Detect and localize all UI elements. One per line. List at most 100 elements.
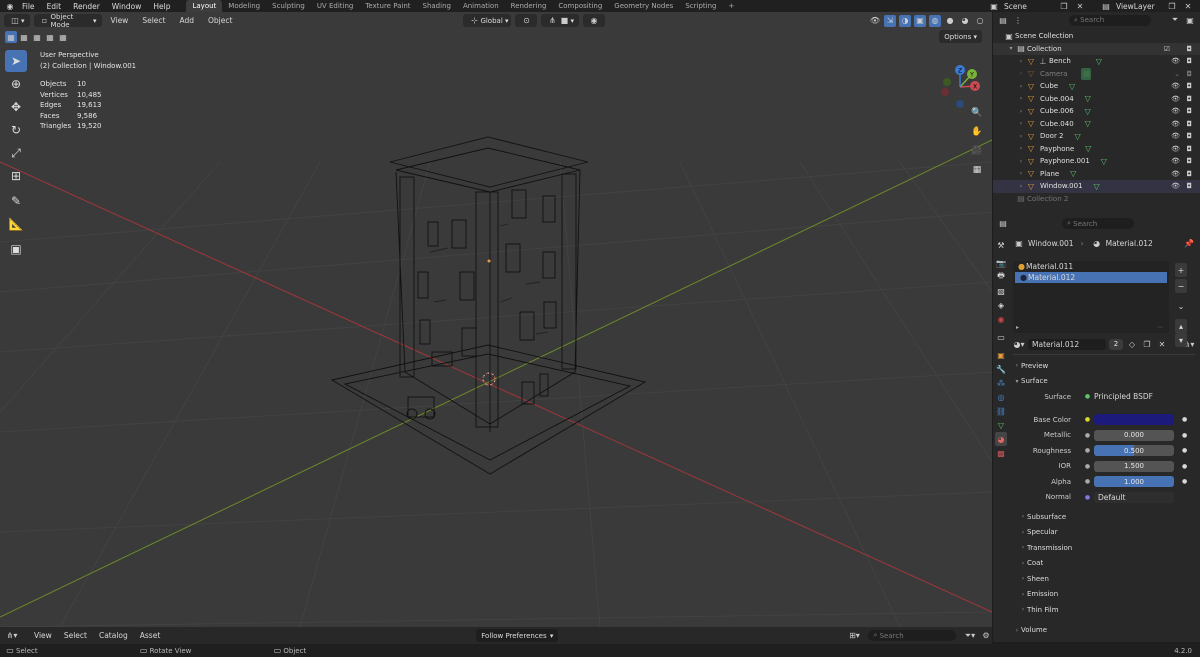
normal-field[interactable]: Default — [1094, 491, 1174, 503]
coat-panel-header[interactable]: › Coat — [1013, 556, 1195, 572]
tab-rendering[interactable]: Rendering — [505, 0, 553, 12]
viewport-canvas[interactable] — [0, 12, 992, 627]
gizmo-toggle-icon[interactable]: ⇲ — [884, 14, 896, 27]
camera-render-icon[interactable]: ◘ — [1186, 107, 1192, 115]
metallic-field[interactable]: 0.000 — [1094, 429, 1174, 441]
material-shading-icon[interactable]: ◕ — [959, 15, 971, 27]
add-cube-tool-icon[interactable]: ▣ — [5, 238, 27, 260]
slot-menu-icon[interactable]: ⌄ — [1175, 299, 1187, 313]
pivot-button[interactable]: ⊙ — [515, 14, 538, 27]
outliner-item-cube-006[interactable]: › ▽ Cube.006 ▽ 👁 ◘ — [993, 105, 1200, 118]
specular-panel-header[interactable]: › Specular — [1013, 525, 1195, 541]
menu-window[interactable]: Window — [106, 2, 148, 11]
blender-logo-icon[interactable]: ◉ — [4, 0, 16, 12]
display-mode-icon[interactable]: ⋮ — [1012, 14, 1024, 26]
eye-icon[interactable]: 👁 — [1171, 57, 1180, 65]
filter-icon[interactable]: ⏷▾ — [964, 630, 976, 642]
grid-view-icon[interactable]: ▦ — [969, 161, 985, 179]
eye-icon[interactable]: 👁 — [1171, 182, 1180, 190]
rotate-tool-icon[interactable]: ↻ — [5, 119, 27, 141]
outliner-item-door-2[interactable]: › ▽ Door 2 ▽ 👁 ◘ — [993, 130, 1200, 143]
tab-animation[interactable]: Animation — [457, 0, 505, 12]
overlays-icon[interactable]: ◑ — [899, 14, 911, 27]
camera-render-icon[interactable]: ◘ — [1186, 95, 1192, 103]
object-mode-dropdown[interactable]: ▫ Object Mode ▾ — [33, 13, 102, 29]
scene-tab-icon[interactable]: ◈ — [995, 298, 1007, 312]
menu-asset[interactable]: Asset — [134, 631, 167, 640]
preview-panel-header[interactable]: › Preview — [1013, 358, 1195, 374]
scene-name[interactable]: Scene — [1004, 2, 1054, 11]
base-color-swatch[interactable] — [1094, 414, 1174, 426]
data-tab-icon[interactable]: ▽ — [995, 418, 1007, 432]
material-tab-icon[interactable]: ◕ — [995, 432, 1007, 446]
view-layer-tab-icon[interactable]: ▧ — [995, 284, 1007, 298]
annotate-tool-icon[interactable]: ✎ — [5, 190, 27, 212]
menu-help[interactable]: Help — [147, 2, 176, 11]
gear-icon[interactable]: ⚙ — [980, 630, 992, 642]
add-workspace-button[interactable]: + — [722, 0, 740, 12]
outliner-item-plane[interactable]: › ▽ Plane ▽ 👁 ◘ — [993, 168, 1200, 181]
tab-compositing[interactable]: Compositing — [552, 0, 608, 12]
eye-icon[interactable]: 👁 — [1171, 157, 1180, 165]
view-layer-name[interactable]: ViewLayer — [1116, 2, 1162, 11]
solid-shading-icon[interactable]: ● — [944, 15, 956, 27]
remove-slot-icon[interactable]: − — [1175, 279, 1187, 293]
camera-render-icon[interactable]: ◘ — [1186, 70, 1192, 78]
rendered-shading-icon[interactable]: ○ — [974, 15, 986, 27]
select-new-icon[interactable]: ▦ — [5, 31, 17, 43]
output-tab-icon[interactable]: 🖶 — [995, 270, 1007, 284]
modifier-tab-icon[interactable]: 🔧 — [995, 362, 1007, 376]
camera-render-icon[interactable]: ◘ — [1186, 45, 1192, 53]
eye-icon[interactable]: 👁 — [1171, 132, 1180, 140]
transform-tool-icon[interactable]: ⊞ — [5, 165, 27, 187]
options-dropdown[interactable]: Options ▾ — [939, 30, 982, 43]
material-name-field[interactable]: Material.012 — [1028, 338, 1106, 350]
menu-view[interactable]: View — [28, 631, 58, 640]
tab-geometry-nodes[interactable]: Geometry Nodes — [608, 0, 679, 12]
material-slot[interactable]: ● Material.011 — [1013, 261, 1169, 272]
move-down-icon[interactable]: ▾ — [1175, 333, 1187, 347]
outliner-item-window-001[interactable]: › ▽ Window.001 ▽ 👁 ◘ — [993, 180, 1200, 193]
tab-shading[interactable]: Shading — [417, 0, 457, 12]
tab-modeling[interactable]: Modeling — [222, 0, 266, 12]
checkbox-icon[interactable]: ☑ — [1164, 45, 1170, 53]
select-subtract-icon[interactable]: ▦ — [31, 31, 43, 43]
object-tab-icon[interactable]: ▣ — [995, 348, 1007, 362]
collection-2-row[interactable]: ▤ Collection 2 — [993, 193, 1200, 206]
camera-render-icon[interactable]: ◘ — [1186, 170, 1192, 178]
menu-file[interactable]: File — [16, 2, 41, 11]
camera-render-icon[interactable]: ◘ — [1186, 157, 1192, 165]
select-invert-icon[interactable]: ▦ — [44, 31, 56, 43]
transmission-panel-header[interactable]: › Transmission — [1013, 540, 1195, 556]
eye-icon[interactable]: 👁 — [1171, 170, 1180, 178]
menu-edit[interactable]: Edit — [41, 2, 68, 11]
orientation-dropdown[interactable]: ⊹ Global ▾ — [463, 14, 512, 27]
render-tab-icon[interactable]: 📷 — [995, 256, 1007, 270]
asset-search-input[interactable]: ⌕ Search — [868, 630, 956, 641]
keyframe-dot-icon[interactable]: ● — [1182, 416, 1187, 423]
outliner-item-cube-040[interactable]: › ▽ Cube.040 ▽ 👁 ◘ — [993, 118, 1200, 131]
camera-render-icon[interactable]: ◘ — [1186, 145, 1192, 153]
eye-icon[interactable]: 👁 — [1171, 145, 1180, 153]
outliner-item-camera[interactable]: › ▽ Camera ■ ⌄ ◘ — [993, 67, 1200, 81]
display-mode-icon[interactable]: ⊞▾ — [848, 630, 860, 642]
camera-render-icon[interactable]: ◘ — [1186, 82, 1192, 90]
outliner-item-cube[interactable]: › ▽ Cube ▽ 👁 ◘ — [993, 80, 1200, 93]
tab-layout[interactable]: Layout — [186, 0, 223, 12]
menu-select[interactable]: Select — [58, 631, 93, 640]
outliner-item-bench[interactable]: › ▽ ⊥ Bench ▽ 👁 ◘ — [993, 55, 1200, 68]
eye-icon[interactable]: 👁 — [1171, 95, 1180, 103]
outliner-item-payphone[interactable]: › ▽ Payphone ▽ 👁 ◘ — [993, 143, 1200, 156]
resize-handle-icon[interactable]: ⋯ — [1157, 324, 1163, 331]
xray-icon[interactable]: ▣ — [914, 14, 926, 27]
eye-closed-icon[interactable]: ⌄ — [1174, 70, 1180, 78]
subsurface-panel-header[interactable]: › Subsurface — [1013, 509, 1195, 525]
collection-tab-icon[interactable]: ▭ — [995, 330, 1007, 344]
proportional-edit-button[interactable]: ◉ — [582, 14, 605, 27]
outliner-item-payphone-001[interactable]: › ▽ Payphone.001 ▽ 👁 ◘ — [993, 155, 1200, 168]
zoom-icon[interactable]: 🔍 — [969, 104, 985, 122]
copy-icon[interactable]: ❐ — [1166, 0, 1178, 12]
volume-panel-header[interactable]: › Volume — [1013, 623, 1195, 639]
pin-icon[interactable]: 📌 — [1183, 238, 1195, 250]
close-icon[interactable]: ✕ — [1074, 0, 1086, 12]
